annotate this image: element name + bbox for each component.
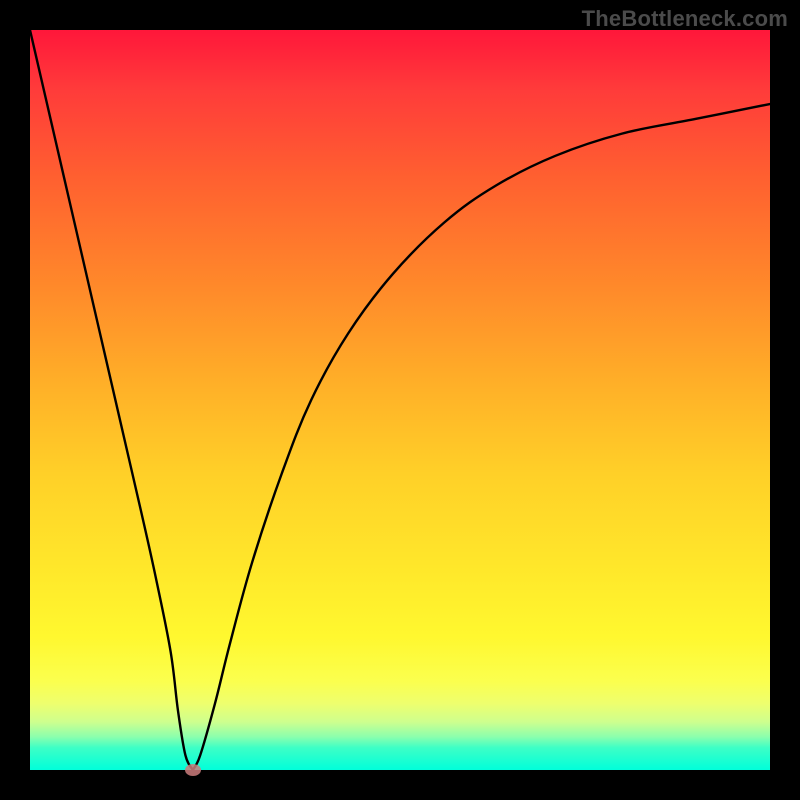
chart-frame: TheBottleneck.com: [0, 0, 800, 800]
curve-path: [30, 30, 770, 770]
watermark-label: TheBottleneck.com: [582, 6, 788, 32]
bottleneck-curve: [30, 30, 770, 770]
optimum-marker: [185, 764, 201, 776]
plot-area: [30, 30, 770, 770]
